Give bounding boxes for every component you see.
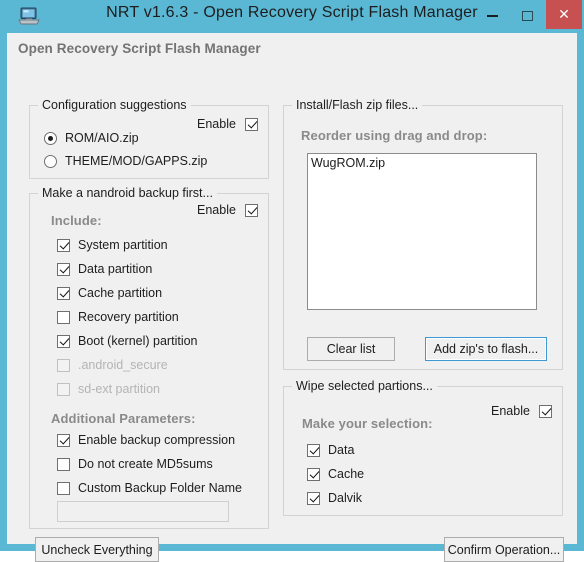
checkbox-wipe-cache-box[interactable]	[307, 467, 320, 481]
radio-theme-mod-gapps-label: THEME/MOD/GAPPS.zip	[65, 154, 208, 168]
checkbox-no-md5sums-label: Do not create MD5sums	[78, 457, 213, 471]
wipe-enable-checkbox[interactable]	[538, 404, 552, 418]
checkbox-wipe-dalvik-label: Dalvik	[328, 491, 363, 505]
close-icon: ✕	[558, 6, 570, 22]
maximize-button[interactable]	[512, 2, 542, 29]
checkbox-custom-backup-folder-name-label: Custom Backup Folder Name	[78, 481, 242, 495]
wipe-enable-label: Enable	[491, 404, 530, 418]
client-area: Open Recovery Script Flash Manager Confi…	[7, 33, 577, 562]
checkbox-sd-ext-partition: sd-ext partition	[57, 382, 160, 396]
page-title: Open Recovery Script Flash Manager	[18, 41, 261, 56]
checkbox-wipe-dalvik-box[interactable]	[307, 491, 320, 505]
checkbox-enable-backup-compression-box[interactable]	[57, 433, 70, 447]
additional-parameters-label: Additional Parameters:	[51, 411, 196, 426]
radio-theme-mod-gapps[interactable]: THEME/MOD/GAPPS.zip	[44, 154, 207, 168]
maximize-icon	[512, 2, 542, 29]
checkbox-recovery-partition-label: Recovery partition	[78, 310, 179, 324]
checkbox-data-partition[interactable]: Data partition	[57, 262, 152, 276]
checkbox-wipe-cache[interactable]: Cache	[307, 467, 364, 481]
minimize-button[interactable]	[477, 2, 507, 29]
checkbox-wipe-data-box[interactable]	[307, 443, 320, 457]
checkbox-no-md5sums-box[interactable]	[57, 457, 70, 471]
checkbox-cache-partition[interactable]: Cache partition	[57, 286, 162, 300]
checkbox-android-secure-box	[57, 358, 70, 372]
backup-enable-checkbox[interactable]	[244, 203, 258, 217]
config-enable-row[interactable]: Enable	[197, 117, 258, 131]
checkbox-system-partition[interactable]: System partition	[57, 238, 168, 252]
configuration-suggestions-title: Configuration suggestions	[38, 98, 191, 112]
make-selection-label: Make your selection:	[302, 416, 433, 431]
checkbox-boot-partition[interactable]: Boot (kernel) partition	[57, 334, 198, 348]
checkbox-wipe-data-label: Data	[328, 443, 355, 457]
list-item[interactable]: WugROM.zip	[308, 154, 536, 170]
nandroid-backup-title: Make a nandroid backup first...	[38, 186, 217, 200]
checkbox-boot-partition-box[interactable]	[57, 334, 70, 348]
checkbox-android-secure-label: .android_secure	[78, 358, 168, 372]
checkbox-no-md5sums[interactable]: Do not create MD5sums	[57, 457, 213, 471]
close-button[interactable]: ✕	[546, 0, 582, 29]
checkbox-recovery-partition-box[interactable]	[57, 310, 70, 324]
wipe-enable-row[interactable]: Enable	[491, 404, 552, 418]
checkbox-sd-ext-partition-box	[57, 382, 70, 396]
checkbox-data-partition-label: Data partition	[78, 262, 153, 276]
add-zips-to-flash-button[interactable]: Add zip's to flash...	[425, 337, 547, 361]
checkbox-enable-backup-compression[interactable]: Enable backup compression	[57, 433, 235, 447]
checkbox-android-secure: .android_secure	[57, 358, 168, 372]
checkbox-custom-backup-folder-name-box[interactable]	[57, 481, 70, 495]
zip-file-list[interactable]: WugROM.zip	[307, 153, 537, 310]
confirm-operation-button[interactable]: Confirm Operation...	[444, 537, 564, 562]
application-window: NRT v1.6.3 - Open Recovery Script Flash …	[0, 0, 584, 562]
checkbox-wipe-dalvik[interactable]: Dalvik	[307, 491, 362, 505]
checkbox-sd-ext-partition-label: sd-ext partition	[78, 382, 160, 396]
clear-list-button[interactable]: Clear list	[307, 337, 395, 361]
checkbox-recovery-partition[interactable]: Recovery partition	[57, 310, 179, 324]
checkbox-custom-backup-folder-name[interactable]: Custom Backup Folder Name	[57, 481, 242, 495]
config-enable-checkbox[interactable]	[244, 117, 258, 131]
backup-enable-row[interactable]: Enable	[197, 203, 258, 217]
checkbox-cache-partition-box[interactable]	[57, 286, 70, 300]
radio-rom-aio[interactable]: ROM/AIO.zip	[44, 131, 139, 145]
checkbox-system-partition-label: System partition	[78, 238, 168, 252]
checkbox-data-partition-box[interactable]	[57, 262, 70, 276]
checkbox-cache-partition-label: Cache partition	[78, 286, 163, 300]
reorder-label: Reorder using drag and drop:	[301, 128, 488, 143]
checkbox-enable-backup-compression-label: Enable backup compression	[78, 433, 236, 447]
checkbox-wipe-cache-label: Cache	[328, 467, 365, 481]
title-bar: NRT v1.6.3 - Open Recovery Script Flash …	[0, 0, 584, 33]
checkbox-system-partition-box[interactable]	[57, 238, 70, 252]
radio-rom-aio-indicator[interactable]	[44, 131, 57, 145]
include-label: Include:	[51, 213, 102, 228]
checkbox-wipe-data[interactable]: Data	[307, 443, 354, 457]
checkbox-boot-partition-label: Boot (kernel) partition	[78, 334, 198, 348]
backup-enable-label: Enable	[197, 203, 236, 217]
minimize-icon	[477, 2, 507, 29]
radio-theme-mod-gapps-indicator[interactable]	[44, 154, 57, 168]
radio-rom-aio-label: ROM/AIO.zip	[65, 131, 139, 145]
custom-backup-folder-input[interactable]	[57, 501, 229, 522]
config-enable-label: Enable	[197, 117, 236, 131]
uncheck-everything-button[interactable]: Uncheck Everything	[35, 537, 159, 562]
install-flash-zip-title: Install/Flash zip files...	[292, 98, 423, 112]
wipe-partitions-title: Wipe selected partions...	[292, 379, 437, 393]
